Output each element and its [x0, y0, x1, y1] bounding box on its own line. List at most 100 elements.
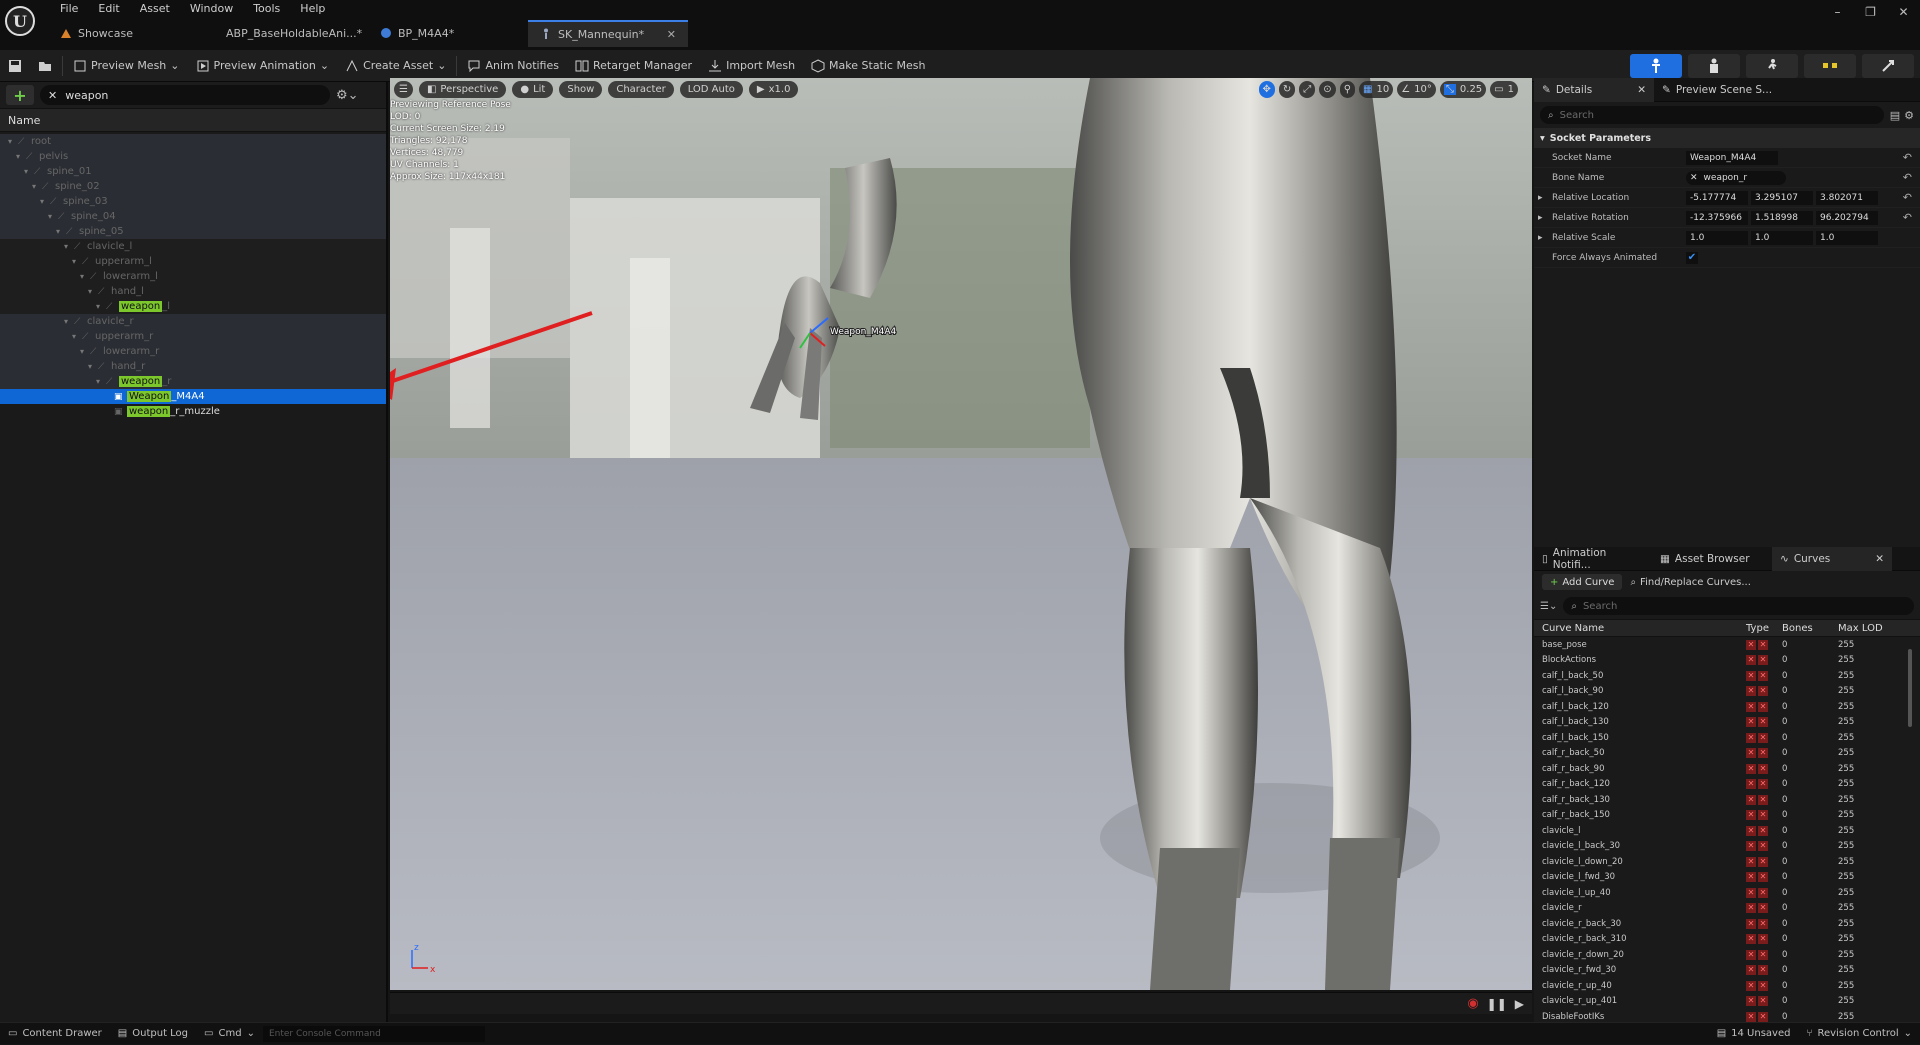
curve-row[interactable]: clavicle_r ✕ ✕ 0 255 [1534, 901, 1920, 917]
filter-icon[interactable]: ☰⌄ [1540, 601, 1557, 612]
lit-button[interactable]: ● Lit [512, 80, 554, 98]
material-curve-off-icon[interactable]: ✕ [1758, 903, 1768, 914]
curve-row[interactable]: clavicle_r_up_401 ✕ ✕ 0 255 [1534, 994, 1920, 1010]
curve-row[interactable]: BlockActions ✕ ✕ 0 255 [1534, 653, 1920, 669]
tab-details[interactable]: ✎ Details ✕ [1534, 77, 1654, 102]
tab-bp-m4a4[interactable]: BP_M4A4* [368, 20, 528, 47]
material-curve-off-icon[interactable]: ✕ [1758, 841, 1768, 852]
rotate-tool-icon[interactable]: ↻ [1278, 80, 1296, 98]
morph-curve-off-icon[interactable]: ✕ [1746, 980, 1756, 991]
coordinate-space-icon[interactable]: ⊙ [1319, 80, 1336, 98]
material-curve-off-icon[interactable]: ✕ [1758, 1011, 1768, 1022]
bone-node[interactable]: ▾ ⟋ clavicle_r [0, 314, 386, 329]
curve-row[interactable]: base_pose ✕ ✕ 0 255 [1534, 637, 1920, 653]
force-always-animated-checkbox[interactable]: ✔ [1686, 251, 1698, 264]
morph-curve-off-icon[interactable]: ✕ [1746, 794, 1756, 805]
column-header-name[interactable]: Name [0, 108, 386, 132]
minimize-icon[interactable]: – [1821, 0, 1854, 24]
retarget-manager-button[interactable]: Retarget Manager [567, 51, 700, 81]
clear-search-icon[interactable]: ✕ [48, 89, 57, 102]
bone-name-field[interactable]: ✕ weapon_r [1686, 170, 1786, 185]
bone-node[interactable]: ▾ ⟋ pelvis [0, 149, 386, 164]
scale-z-field[interactable]: 1.0 [1816, 230, 1878, 245]
curve-row[interactable]: calf_l_back_150 ✕ ✕ 0 255 [1534, 730, 1920, 746]
bone-node[interactable]: ▾ ⟋ hand_l [0, 284, 386, 299]
skeleton-mode-button[interactable] [1630, 54, 1682, 78]
material-curve-off-icon[interactable]: ✕ [1758, 763, 1768, 774]
socket-node[interactable]: ▣ Weapon _M4A4 [0, 389, 386, 404]
column-type[interactable]: Type [1746, 623, 1776, 634]
curve-row[interactable]: clavicle_l_down_20 ✕ ✕ 0 255 [1534, 854, 1920, 870]
morph-curve-off-icon[interactable]: ✕ [1746, 748, 1756, 759]
rotation-snap-button[interactable]: ∠ 10° [1397, 80, 1436, 98]
tab-curves[interactable]: ∿ Curves ✕ [1772, 546, 1892, 571]
socket-node[interactable]: ▣ weapon _r_muzzle [0, 404, 386, 419]
material-curve-off-icon[interactable]: ✕ [1758, 934, 1768, 945]
expand-arrow-icon[interactable]: ▾ [48, 212, 58, 221]
expand-arrow-icon[interactable]: ▾ [64, 317, 74, 326]
curve-row[interactable]: calf_r_back_150 ✕ ✕ 0 255 [1534, 808, 1920, 824]
record-icon[interactable]: ◉ [1467, 996, 1478, 1011]
close-icon[interactable]: ✕ [1637, 84, 1646, 96]
rotation-roll-field[interactable]: -12.375966 [1686, 210, 1748, 225]
curve-row[interactable]: calf_r_back_130 ✕ ✕ 0 255 [1534, 792, 1920, 808]
revision-control-button[interactable]: ⑂ Revision Control ⌄ [1798, 1023, 1920, 1045]
add-curve-button[interactable]: + Add Curve [1542, 574, 1623, 590]
material-curve-off-icon[interactable]: ✕ [1758, 965, 1768, 976]
menu-asset[interactable]: Asset [130, 0, 180, 17]
expand-arrow-icon[interactable]: ▾ [16, 152, 26, 161]
play-forward-icon[interactable]: ▶ [1515, 997, 1524, 1011]
expand-arrow-icon[interactable]: ▾ [80, 272, 90, 281]
location-x-field[interactable]: -5.177774 [1686, 190, 1748, 205]
material-curve-off-icon[interactable]: ✕ [1758, 686, 1768, 697]
material-curve-off-icon[interactable]: ✕ [1758, 872, 1768, 883]
location-z-field[interactable]: 3.802071 [1816, 190, 1878, 205]
close-icon[interactable]: ✕ [667, 28, 676, 41]
curve-row[interactable]: clavicle_r_up_40 ✕ ✕ 0 255 [1534, 978, 1920, 994]
bone-node[interactable]: ▾ ⟋ spine_03 [0, 194, 386, 209]
curve-row[interactable]: clavicle_l_fwd_30 ✕ ✕ 0 255 [1534, 870, 1920, 886]
curve-row[interactable]: calf_l_back_50 ✕ ✕ 0 255 [1534, 668, 1920, 684]
expand-arrow-icon[interactable]: ▾ [24, 167, 34, 176]
preview-mesh-button[interactable]: Preview Mesh ⌄ [65, 51, 188, 81]
curve-row[interactable]: clavicle_l_back_30 ✕ ✕ 0 255 [1534, 839, 1920, 855]
morph-curve-off-icon[interactable]: ✕ [1746, 717, 1756, 728]
save-button[interactable] [0, 51, 30, 81]
morph-curve-off-icon[interactable]: ✕ [1746, 686, 1756, 697]
playback-speed-button[interactable]: ▶ x1.0 [748, 80, 799, 98]
morph-curve-off-icon[interactable]: ✕ [1746, 841, 1756, 852]
show-button[interactable]: Show [559, 80, 603, 98]
animation-mode-button[interactable] [1746, 54, 1798, 78]
details-search-input[interactable]: ⌕ Search [1540, 106, 1884, 124]
material-curve-off-icon[interactable]: ✕ [1758, 701, 1768, 712]
reset-icon[interactable]: ↶ [1903, 191, 1912, 204]
socket-parameters-category[interactable]: ▾ Socket Parameters [1534, 128, 1920, 148]
add-button[interactable]: + [6, 85, 34, 105]
material-curve-off-icon[interactable]: ✕ [1758, 794, 1768, 805]
create-asset-button[interactable]: Create Asset ⌄ [337, 51, 454, 81]
table-view-icon[interactable]: ▤ [1890, 109, 1900, 122]
material-curve-off-icon[interactable]: ✕ [1758, 996, 1768, 1007]
bone-node[interactable]: ▾ ⟋ spine_04 [0, 209, 386, 224]
unsaved-button[interactable]: ▤ 14 Unsaved [1709, 1023, 1799, 1045]
expand-arrow-icon[interactable]: ▾ [88, 362, 98, 371]
morph-curve-off-icon[interactable]: ✕ [1746, 949, 1756, 960]
tab-showcase[interactable]: Showcase [48, 20, 208, 47]
tab-asset-browser[interactable]: ▦ Asset Browser [1652, 548, 1772, 570]
bone-node[interactable]: ▾ ⟋ clavicle_l [0, 239, 386, 254]
bone-node[interactable]: ▾ ⟋ spine_01 [0, 164, 386, 179]
reset-icon[interactable]: ↶ [1903, 151, 1912, 164]
bone-node[interactable]: ▾ ⟋ root [0, 134, 386, 149]
blueprint-mode-button[interactable] [1804, 54, 1856, 78]
console-input[interactable]: Enter Console Command [262, 1025, 485, 1042]
column-curve-name[interactable]: Curve Name [1534, 623, 1746, 634]
morph-curve-off-icon[interactable]: ✕ [1746, 670, 1756, 681]
reset-icon[interactable]: ↶ [1903, 171, 1912, 184]
tab-preview-scene[interactable]: ✎ Preview Scene S... [1654, 79, 1780, 101]
morph-curve-off-icon[interactable]: ✕ [1746, 996, 1756, 1007]
close-window-icon[interactable]: ✕ [1887, 0, 1920, 24]
anim-notifies-button[interactable]: Anim Notifies [459, 51, 567, 81]
morph-curve-off-icon[interactable]: ✕ [1746, 655, 1756, 666]
expand-arrow-icon[interactable]: ▾ [72, 257, 82, 266]
menu-window[interactable]: Window [180, 0, 243, 17]
